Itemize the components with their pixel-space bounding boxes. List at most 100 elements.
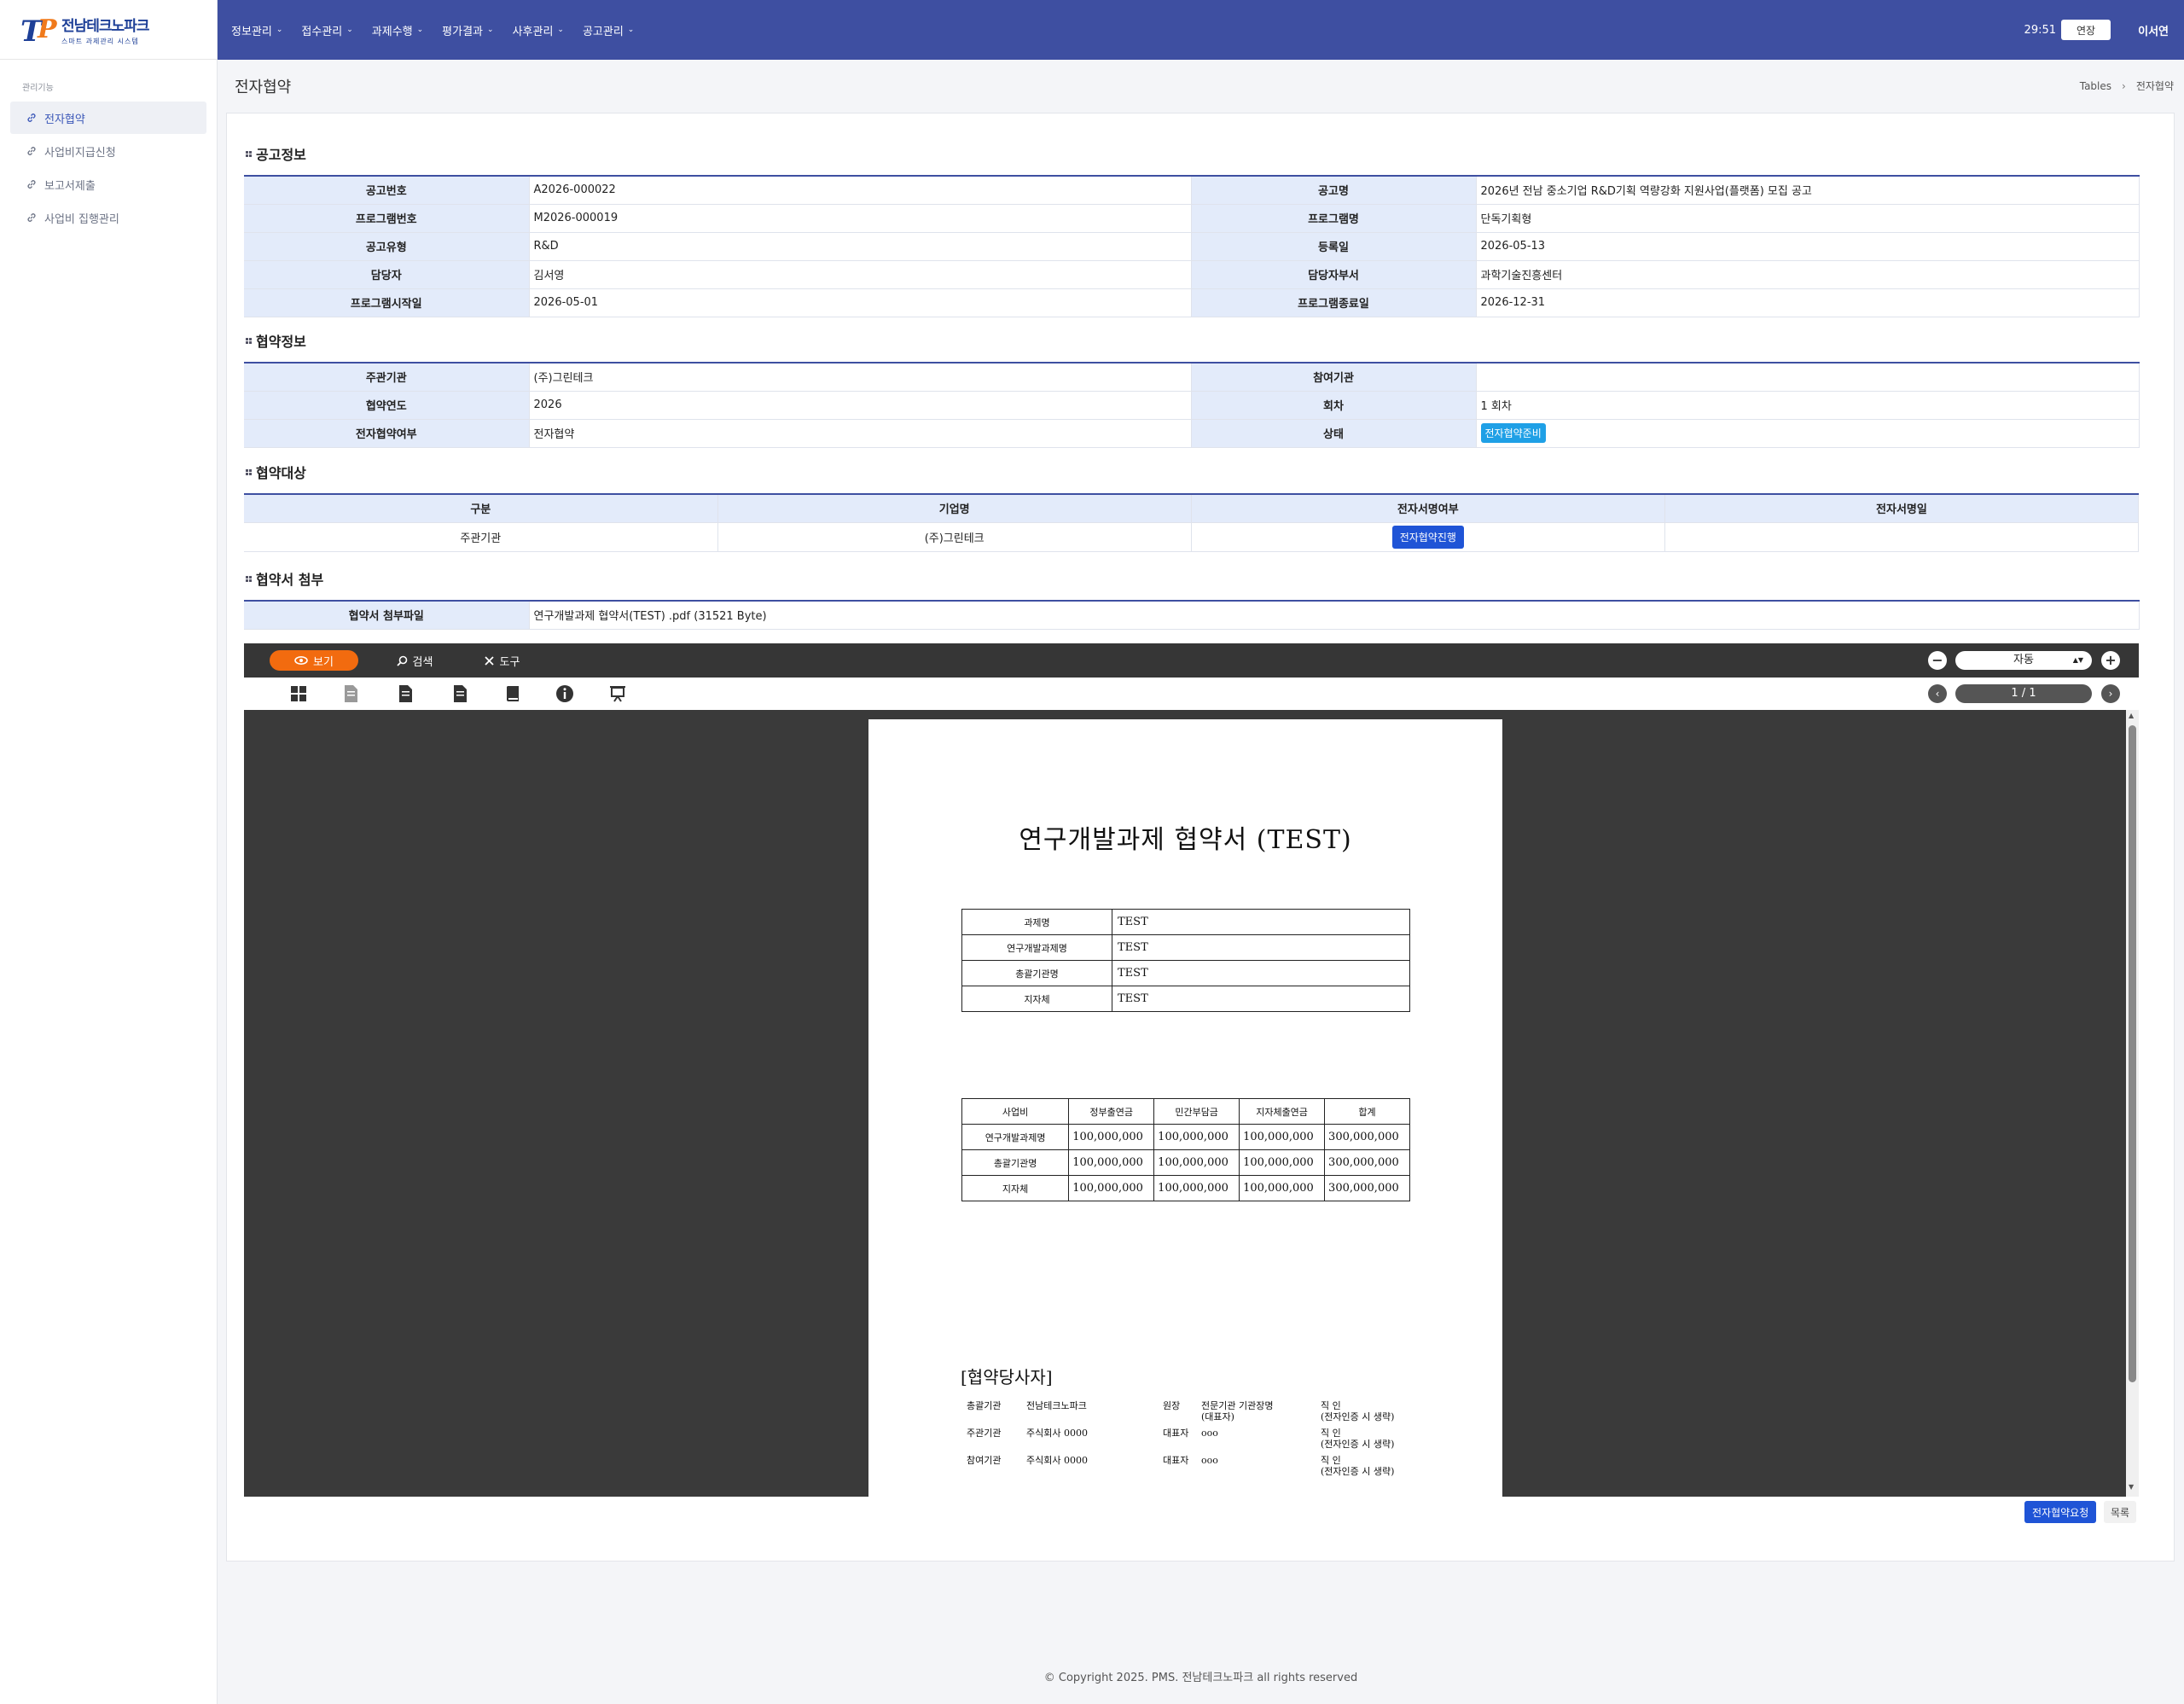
menu-item-4[interactable]: 평가결과 ⌄ [442,22,493,38]
cell-sign-date [1664,522,2140,552]
book-icon[interactable] [503,683,524,704]
pdf-viewer-canvas[interactable]: 연구개발과제 협약서 (TEST) 과제명 TEST 연구개발과제명 TEST 총괄기관… [244,710,2126,1497]
zoom-out-button[interactable]: − [1928,651,1947,670]
pdf-row: 총괄기관명 100,000,000 100,000,000 100,000,000 30… [961,1149,1410,1176]
prev-page-button[interactable]: ‹ [1928,684,1947,703]
tab-view[interactable]: 보기 [270,650,358,671]
section-title-notice: 공고정보 [246,143,306,164]
field-value: 단독기획형 [1476,204,2140,233]
attachment-file-link[interactable]: 연구개발과제 협약서(TEST) .pdf (31521 Byte) [529,601,2140,630]
request-e-agreement-button[interactable]: 전자협약요청 [2024,1501,2097,1523]
pdf-party-cell: 주식회사 0000 [1026,1455,1088,1466]
sidebar-item-3[interactable]: 보고서제출 [10,168,206,201]
breadcrumb-item-tables[interactable]: Tables [2080,80,2111,92]
footer-copyright: © Copyright 2025. PMS. 전남테크노파크 all right… [1043,1672,1358,1684]
pdf-cell-key: 총괄기관명 [961,960,1112,986]
sidebar-item-4[interactable]: 사업비 집행관리 [10,201,206,234]
tab-tools[interactable]: 도구 [468,650,536,671]
logo[interactable]: TP 전남테크노파크 스마트 과제관리 시스템 [0,0,217,60]
pdf-cell: 100,000,000 [1153,1149,1240,1176]
info-icon[interactable] [555,683,575,704]
table-row: 주관기관 (주)그린테크 전자협약진행 [244,522,2140,552]
pdf-party-row: 주관기관 주식회사 0000 대표자 ooo 직 인 (전자인증 시 생략) [967,1428,1427,1455]
pdf-cell-key: 과제명 [961,909,1112,935]
menu-item-3[interactable]: 과제수행 ⌄ [372,22,423,38]
pdf-project-table: 과제명 TEST 연구개발과제명 TEST 총괄기관명 TEST 지자체 TEST [961,909,1410,1012]
pdf-cell: 100,000,000 [1153,1175,1240,1201]
single-page-icon[interactable] [341,683,362,704]
logo-subtitle: 스마트 과제관리 시스템 [61,37,139,45]
sidebar: TP 전남테크노파크 스마트 과제관리 시스템 관리기능 전자협약 사업비지급신청… [0,0,218,1704]
pdf-cell: 총괄기관명 [961,1149,1070,1176]
notice-info-table: 공고번호 A2026-000022 공고명 2026년 전남 중소기업 R&D기획 역… [244,175,2140,317]
pdf-party-cell: ooo [1201,1428,1218,1439]
sidebar-item-label: 사업비 집행관리 [44,212,119,226]
section-title-agreement: 협약정보 [246,330,306,351]
page-indicator[interactable]: 1 / 1 [1955,684,2092,703]
menu-item-1[interactable]: 정보관리 ⌄ [231,22,282,38]
pdf-row: 총괄기관명 TEST [961,960,1410,986]
pdf-cell: 300,000,000 [1324,1124,1410,1150]
scrollbar-thumb[interactable] [2129,725,2136,1382]
pdf-party-cell: 직 인 (전자인증 시 생략) [1321,1428,1395,1450]
breadcrumb-item-current: 전자협약 [2135,80,2174,92]
sidebar-item-2[interactable]: 사업비지급신청 [10,135,206,167]
field-label: 담당자 [244,260,530,289]
menu-item-5[interactable]: 사후관리 ⌄ [513,22,564,38]
page-title: 전자협약 [235,79,292,96]
field-value: 2026 [529,391,1192,420]
list-button[interactable]: 목록 [2104,1501,2136,1523]
menu-item-6[interactable]: 공고관리 ⌄ [583,22,634,38]
agreement-info-table: 주관기관 (주)그린테크 참여기관 협약연도 2026 회차 1 회차 전자협약여부 전자협약 상… [244,362,2140,448]
thumbnail-grid-icon[interactable] [288,683,309,704]
pdf-party-cell: 주식회사 0000 [1026,1428,1088,1439]
tab-search[interactable]: 검색 [380,650,449,671]
menu-item-label: 사후관리 [512,25,554,38]
field-value: 1 회차 [1476,391,2140,420]
pdf-viewer-toolbar: 보기 검색 도구 − 자동 ▲▼ + [244,643,2139,678]
field-label: 프로그램시작일 [244,288,530,317]
presentation-icon[interactable] [607,683,628,704]
field-value: 2026년 전남 중소기업 R&D기획 역량강화 지원사업(플랫폼) 모집 공고 [1476,176,2140,205]
two-page-icon[interactable] [396,683,416,704]
select-arrow-icon: ▲▼ [2072,656,2083,664]
pdf-cell: 100,000,000 [1239,1124,1326,1150]
cell-company: (주)그린테크 [717,522,1192,552]
field-label: 회차 [1191,391,1477,420]
zoom-select[interactable]: 자동 ▲▼ [1955,651,2092,670]
user-name[interactable]: 이서연 [2138,22,2169,38]
chevron-down-icon: ⌄ [276,26,283,34]
pdf-row: 지자체 100,000,000 100,000,000 100,000,000 300,… [961,1175,1410,1201]
proceed-e-agreement-button[interactable]: 전자협약진행 [1391,525,1464,549]
pdf-cell: 100,000,000 [1239,1149,1326,1176]
pdf-party-cell: 대표자 [1163,1455,1189,1466]
pdf-page: 연구개발과제 협약서 (TEST) 과제명 TEST 연구개발과제명 TEST 총괄기관… [868,719,1502,1497]
extend-session-button[interactable]: 연장 [2061,20,2111,40]
pdf-cell: 100,000,000 [1068,1124,1155,1150]
field-label: 담당자부서 [1191,260,1477,289]
three-page-icon[interactable] [450,683,471,704]
pdf-row: 지자체 TEST [961,986,1410,1012]
zoom-in-button[interactable]: + [2101,651,2120,670]
cell-sign-status: 전자협약진행 [1191,522,1665,552]
field-value: 2026-05-13 [1476,232,2140,261]
scroll-down-icon[interactable]: ▼ [2129,1483,2134,1491]
top-navigation-bar: 정보관리 ⌄ 접수관리 ⌄ 과제수행 ⌄ 평가결과 ⌄ 사후관리 ⌄ 공고관리 ⌄ 29:51 연장 … [218,0,2184,60]
field-label: 프로그램명 [1191,204,1477,233]
status-badge: 전자협약준비 [1480,423,1546,443]
viewer-scrollbar[interactable]: ▲ ▼ [2126,710,2139,1497]
sidebar-item-1[interactable]: 전자협약 [10,102,206,134]
scroll-up-icon[interactable]: ▲ [2129,712,2134,719]
field-value: 전자협약 [529,419,1192,448]
pdf-party-row: 총괄기관 전남테크노파크 원장 전문기관 기관장명 (대표자) 직 인 (전자인증 시 … [967,1400,1427,1428]
link-icon [27,113,36,122]
menu-item-label: 평가결과 [442,25,484,38]
logo-mark: TP [20,14,57,49]
col-header-sign-status: 전자서명여부 [1191,494,1665,523]
menu-item-label: 과제수행 [371,25,413,38]
next-page-button[interactable]: › [2101,684,2120,703]
pdf-cell: 100,000,000 [1068,1175,1155,1201]
menu-item-2[interactable]: 접수관리 ⌄ [301,22,352,38]
pdf-header-cell: 민간부담금 [1153,1098,1240,1125]
field-value: 전자협약준비 [1476,419,2140,448]
